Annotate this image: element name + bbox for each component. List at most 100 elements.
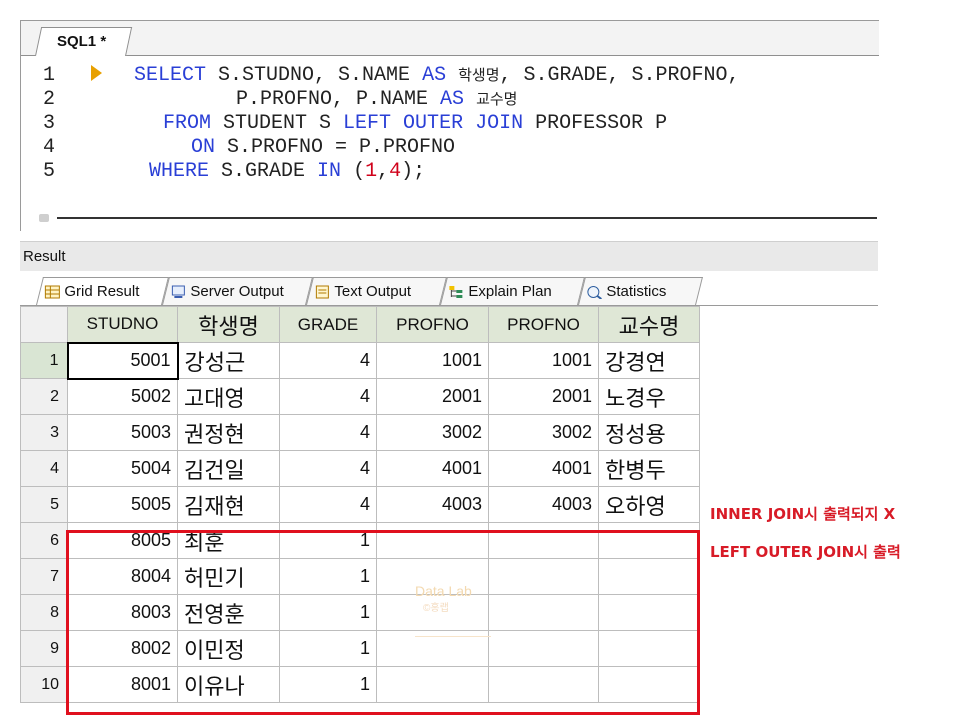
professor-name-cell[interactable]: 오하영 [598,486,700,523]
grade-cell[interactable]: 4 [279,414,377,451]
profno-cell[interactable]: 4003 [376,486,489,523]
line-number: 4 [43,136,56,159]
studno-cell[interactable]: 5001 [66,341,179,380]
column-header[interactable]: PROFNO [488,306,599,343]
table-row[interactable]: 2 5002 고대영 4 2001 2001 노경우 [20,378,700,415]
line-number: 1 [43,64,56,87]
grid-icon [44,285,60,298]
sql-number: 4 [389,160,402,183]
code-text: , S.GRADE, S.PROFNO, [499,64,740,87]
server-output-icon [171,285,185,298]
code-text: S.STUDNO, S.NAME [206,64,423,87]
studno-cell[interactable]: 5002 [67,378,178,415]
code-text: STUDENT S [211,112,344,135]
profno-cell[interactable]: 2001 [488,378,599,415]
professor-name-cell[interactable]: 정성용 [598,414,700,451]
row-number[interactable]: 10 [20,666,68,703]
student-name-cell[interactable]: 김건일 [177,450,280,487]
column-header[interactable]: STUDNO [67,306,178,343]
column-header[interactable]: 교수명 [598,306,700,343]
row-number[interactable]: 6 [20,522,68,559]
table-row[interactable]: 3 5003 권정현 4 3002 3002 정성용 [20,414,700,451]
profno-cell[interactable]: 3002 [488,414,599,451]
row-number[interactable]: 1 [20,342,68,379]
grade-cell[interactable]: 4 [279,450,377,487]
tab-grid-result[interactable]: Grid Result [36,277,169,305]
scrollbar-track[interactable] [57,217,877,219]
tab-sql1-label: SQL1 * [56,33,107,50]
professor-name-cell[interactable]: 강경연 [598,342,700,379]
grade-cell[interactable]: 4 [279,342,377,379]
result-tab-bar: Grid Result Server Output Text Output Ex… [20,271,878,306]
code-line-5: WHERE S.GRADE IN (1,4); [149,160,425,184]
row-number[interactable]: 4 [20,450,68,487]
tab-label: Statistics [606,283,667,300]
row-number[interactable]: 7 [20,558,68,595]
studno-cell[interactable]: 5005 [67,486,178,523]
watermark-sub: ©홍랩 [423,603,449,614]
line-number: 3 [43,112,56,135]
code-line-2: P.PROFNO, P.NAME AS 교수명 [236,88,517,112]
horizontal-scrollbar[interactable] [39,211,879,225]
profno-cell[interactable]: 4003 [488,486,599,523]
sql-keyword: LEFT OUTER JOIN [343,112,524,135]
row-number[interactable]: 9 [20,630,68,667]
code-text: P.PROFNO, P.NAME [236,88,441,111]
tab-server-output[interactable]: Server Output [162,277,313,305]
statistics-icon [587,285,602,299]
column-header[interactable]: 학생명 [177,306,280,343]
grid-corner[interactable] [20,306,68,343]
sql-keyword: AS [440,88,465,111]
profno-cell[interactable]: 3002 [376,414,489,451]
student-name-cell[interactable]: 고대영 [177,378,280,415]
profno-cell[interactable]: 1001 [488,342,599,379]
table-row[interactable]: 5 5005 김재현 4 4003 4003 오하영 [20,486,700,523]
studno-cell[interactable]: 5004 [67,450,178,487]
student-name-cell[interactable]: 강성근 [177,342,280,379]
tab-label: Grid Result [64,283,140,300]
column-header[interactable]: GRADE [279,306,377,343]
professor-name-cell[interactable]: 노경우 [598,378,700,415]
tab-label: Explain Plan [468,283,552,300]
sql-keyword: ON [191,136,216,159]
outer-join-highlight-box [66,530,700,715]
code-line-4: ON S.PROFNO = P.PROFNO [191,136,455,160]
row-number[interactable]: 2 [20,378,68,415]
code-alias: 학생명 [458,66,500,84]
tab-statistics[interactable]: Statistics [578,277,703,305]
profno-cell[interactable]: 2001 [376,378,489,415]
column-header[interactable]: PROFNO [376,306,489,343]
profno-cell[interactable]: 4001 [488,450,599,487]
sql-keyword: WHERE [149,160,210,183]
profno-cell[interactable]: 1001 [376,342,489,379]
watermark-divider [415,636,491,637]
left-outer-join-annotation: LEFT OUTER JOIN시 출력 [710,543,901,561]
table-row[interactable]: 4 5004 김건일 4 4001 4001 한병두 [20,450,700,487]
tab-sql1[interactable]: SQL1 * [35,27,133,56]
grade-cell[interactable]: 4 [279,486,377,523]
code-text: , [377,160,390,183]
code-editor[interactable]: 1 2 3 4 5 SELECT S.STUDNO, S.NAME AS 학생명… [21,56,879,206]
result-panel-title: Result [20,241,878,272]
code-text: ); [401,160,426,183]
sql-number: 1 [365,160,378,183]
watermark-title: Data Lab [415,583,472,599]
row-number[interactable]: 8 [20,594,68,631]
code-alias: 교수명 [476,90,518,108]
table-row[interactable]: 1 5001 강성근 4 1001 1001 강경연 [20,341,700,380]
professor-name-cell[interactable]: 한병두 [598,450,700,487]
student-name-cell[interactable]: 권정현 [177,414,280,451]
row-number[interactable]: 3 [20,414,68,451]
student-name-cell[interactable]: 김재현 [177,486,280,523]
tab-text-output[interactable]: Text Output [306,277,447,305]
row-number[interactable]: 5 [20,486,68,523]
sql-keyword: AS [422,64,447,87]
grade-cell[interactable]: 4 [279,378,377,415]
line-number: 2 [43,88,56,111]
tab-explain-plan[interactable]: Explain Plan [440,277,585,305]
studno-cell[interactable]: 5003 [67,414,178,451]
scrollbar-thumb[interactable] [39,214,49,222]
profno-cell[interactable]: 4001 [376,450,489,487]
watermark: Data Lab ©홍랩 [415,582,472,618]
code-text: S.GRADE [209,160,318,183]
